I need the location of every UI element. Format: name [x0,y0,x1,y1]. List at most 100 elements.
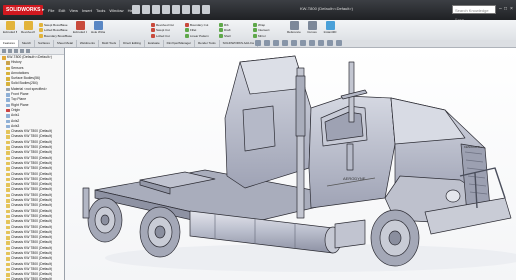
feature-tree-list: KW-T800 (Default<<Default>) History Sensor… [0,55,64,280]
tab-evaluate[interactable]: Evaluate [145,40,164,47]
feature-icon [6,188,10,192]
cut-revolve-icon [151,22,155,27]
display-manager-tab-icon[interactable] [26,49,30,53]
fillet-icon [185,28,189,32]
sensor-icon [6,66,10,71]
feature-icon [6,262,10,267]
new-icon[interactable] [132,5,140,14]
button-label: Revolved Boss/Base [21,30,35,34]
menu-item-insert[interactable]: Insert [82,8,92,13]
button-label: Curves [307,30,317,34]
curves-button[interactable]: Curves [305,21,319,34]
menu-item-edit[interactable]: Edit [58,8,65,13]
previous-view-icon[interactable] [273,40,279,46]
boundary-cut-button[interactable]: Boundary Cut [185,22,208,27]
button-label: Hole Wizard [91,30,105,34]
cut-loft-icon [151,33,155,38]
maximize-icon[interactable]: □ [504,5,508,14]
mirror-button[interactable]: Mirror [253,33,266,38]
wrap-icon [253,22,257,27]
tab-solidworks-add-ins[interactable]: SOLIDWORKS Add-Ins [220,40,258,47]
reference-geometry-button[interactable]: Reference Geometry [287,21,301,34]
part-icon [2,56,6,60]
open-icon[interactable] [142,5,150,14]
select-icon[interactable] [182,5,190,14]
pattern-icon [185,33,189,38]
command-manager: Extruded Boss/Base Revolved Boss/Base Swep… [0,20,516,41]
swept-boss-base-button[interactable]: Swept Boss/Base [39,22,68,27]
menu-item-file[interactable]: File [48,8,54,13]
zoom-to-fit-icon[interactable] [255,40,261,46]
lofted-boss-base-button[interactable]: Lofted Boss/Base [39,28,68,33]
swept-cut-button[interactable]: Swept Cut [151,28,170,33]
tab-direct-editing[interactable]: Direct Editing [120,40,145,47]
instant3d-button[interactable]: Instant3D [323,21,337,34]
app-logo[interactable]: SOLIDWORKS [3,5,44,15]
view-orientation-icon[interactable] [291,40,297,46]
rebuild-icon[interactable] [192,5,200,14]
extruded-boss-base-button[interactable]: Extruded Boss/Base [3,21,17,34]
linear-pattern-button[interactable]: Linear Pattern [185,33,209,38]
tab-sheet-metal[interactable]: Sheet Metal [54,40,77,47]
graphics-viewport[interactable]: AERODYNE KENWORTH [65,48,516,280]
tab-features[interactable]: Features [0,40,19,47]
hide-show-icon[interactable] [309,40,315,46]
feature-icon [6,140,10,145]
zoom-area-icon[interactable] [264,40,270,46]
revolved-cut-button[interactable]: Revolved Cut [151,22,174,27]
save-icon[interactable] [152,5,160,14]
draft-button[interactable]: Draft [219,28,231,33]
wrap-button[interactable]: Wrap [253,22,265,27]
tab-surfaces[interactable]: Surfaces [35,40,54,47]
tab-dimxpertmanager[interactable]: DimXpertManager [164,40,195,47]
axis-icon [6,124,10,129]
intersect-button[interactable]: Intersect [253,28,270,33]
feature-icon [6,251,10,256]
fillet-button[interactable]: Fillet [185,28,196,33]
display-style-icon[interactable] [300,40,306,46]
tab-sketch[interactable]: Sketch [19,40,36,47]
shell-icon [219,33,223,38]
feature-icon [6,183,10,187]
cut-sweep-icon [151,28,155,32]
rib-button[interactable]: Rib [219,22,229,27]
solid-body-icon [6,82,10,86]
sweep-icon [39,22,43,27]
feature-tree-tab-icon[interactable] [2,49,6,53]
shell-button[interactable]: Shell [219,33,231,38]
boundary-boss-base-button[interactable]: Boundary Boss/Base [39,33,72,38]
section-view-icon[interactable] [282,40,288,46]
close-icon[interactable]: × [510,5,514,14]
dimxpert-tab-icon[interactable] [20,49,24,53]
menu-item-window[interactable]: Window [109,8,123,13]
menu-item-tools[interactable]: Tools [96,8,105,13]
history-icon [6,61,10,65]
logo-dropdown-icon[interactable]: ▸ [42,7,45,13]
tab-weldments[interactable]: Weldments [77,40,99,47]
feature-icon [6,156,10,161]
property-manager-tab-icon[interactable] [8,49,12,53]
revolved-boss-base-button[interactable]: Revolved Boss/Base [21,21,35,34]
hole-wizard-button[interactable]: Hole Wizard [91,21,105,34]
view-settings-icon[interactable] [336,40,342,46]
scene-icon[interactable] [327,40,333,46]
print-icon[interactable] [162,5,170,14]
button-label: Draft [224,28,231,32]
undo-icon[interactable] [172,5,180,14]
feature-icon [6,267,10,272]
lofted-cut-button[interactable]: Lofted Cut [151,33,170,38]
options-icon[interactable] [202,5,210,14]
instant3d-icon [325,21,335,30]
configuration-manager-tab-icon[interactable] [14,49,18,53]
feature-icon [6,236,10,240]
appearance-icon[interactable] [318,40,324,46]
menu-item-view[interactable]: View [69,8,78,13]
minimize-icon[interactable]: – [499,5,503,14]
button-label: Extruded Boss/Base [3,30,17,34]
truck-model[interactable]: AERODYNE KENWORTH [65,48,516,280]
search-input[interactable]: Search Knowledge Base [452,5,496,22]
tab-render-tools[interactable]: Render Tools [195,40,220,47]
document-title: KW-T800 (Default<<Default>) [300,6,353,11]
extruded-cut-button[interactable]: Extruded Cut [73,21,87,34]
tab-mold-tools[interactable]: Mold Tools [99,40,121,47]
